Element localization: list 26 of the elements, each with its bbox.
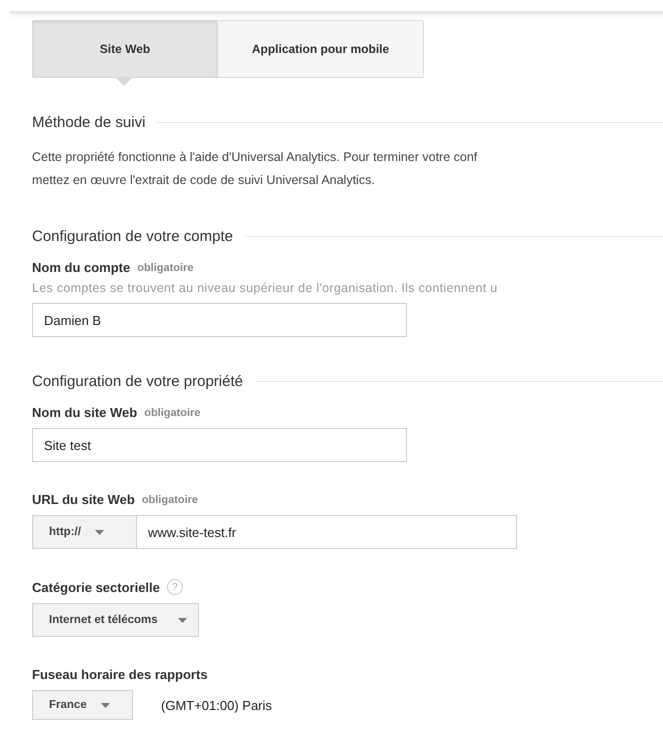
- required-note: obligatoire: [144, 406, 200, 418]
- section-title: Configuration de votre compte: [32, 228, 233, 245]
- caret-icon: [100, 702, 110, 708]
- category-dropdown[interactable]: Internet et télécoms: [32, 603, 199, 637]
- field-label: Nom du compte: [32, 260, 130, 275]
- section-title: Configuration de votre propriété: [32, 373, 243, 390]
- country-dropdown[interactable]: France: [32, 690, 133, 720]
- field-label: Nom du site Web: [32, 405, 138, 420]
- tab[interactable]: Application pour mobile: [218, 21, 423, 77]
- paragraph-text: mettez en œuvre l'extrait de code de suivi Universal Analytics.: [32, 172, 376, 189]
- input-field[interactable]: Damien B: [32, 303, 407, 337]
- url-field[interactable]: www.site-test.fr: [137, 515, 517, 549]
- tab[interactable]: Site Web: [33, 21, 218, 77]
- field-label: Fuseau horaire des rapports: [32, 667, 208, 682]
- caret-icon: [178, 618, 187, 622]
- caret-icon: [94, 530, 104, 534]
- input-field[interactable]: Site test: [32, 428, 407, 462]
- field-label: URL du site Web: [32, 492, 135, 507]
- field-label: Catégorie sectorielle: [32, 580, 160, 594]
- paragraph-text: Cette propriété fonctionne à l'aide d'Universal Analytics. Pour terminer votre conf: [32, 149, 478, 166]
- timezone-text: (GMT+01:00) Paris: [161, 698, 272, 712]
- required-note: obligatoire: [137, 262, 194, 274]
- protocol-dropdown[interactable]: http://: [32, 515, 137, 549]
- required-note: obligatoire: [142, 494, 198, 506]
- section-title: Méthode de suivi: [32, 114, 146, 131]
- field-description: Les comptes se trouvent au niveau supérieur de l'organisation. Ils contiennent u: [32, 281, 499, 295]
